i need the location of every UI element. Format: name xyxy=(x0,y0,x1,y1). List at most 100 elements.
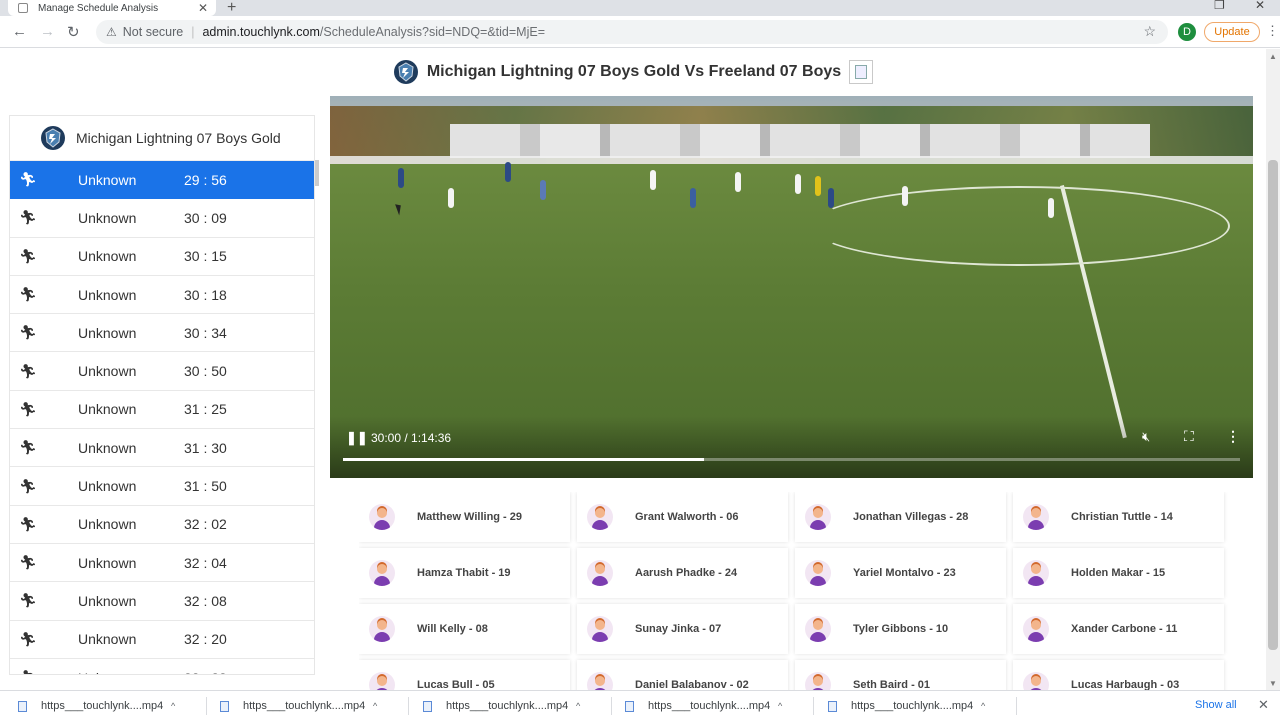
player-card[interactable]: Jonathan Villegas - 28 xyxy=(795,492,1006,542)
event-row[interactable]: 🏃︎ Unknown 29 : 56 xyxy=(10,161,314,200)
player-avatar-icon xyxy=(369,616,395,642)
new-tab-button[interactable]: + xyxy=(227,0,236,17)
event-time: 30 : 50 xyxy=(184,363,227,380)
event-time: 32 : 02 xyxy=(184,516,227,533)
player-name: Holden Makar - 15 xyxy=(1071,567,1166,579)
back-icon[interactable]: ← xyxy=(12,23,27,40)
browser-menu-icon[interactable]: ⋮ xyxy=(1266,23,1279,39)
match-title: Michigan Lightning 07 Boys Gold Vs Freel… xyxy=(426,63,842,80)
page-icon xyxy=(18,3,28,13)
restore-window-icon[interactable]: ❐ xyxy=(1214,0,1225,12)
download-item[interactable]: https___touchlynk....mp4 ^ xyxy=(18,691,175,721)
roster-grid: Matthew Willing - 29 Grant Walworth - 06 J… xyxy=(359,492,1229,690)
player-avatar-icon xyxy=(369,504,395,530)
event-row[interactable]: 🏃︎ Unknown 30 : 09 xyxy=(10,199,314,238)
tab-title: Manage Schedule Analysis xyxy=(38,2,159,14)
event-row[interactable]: 🏃︎ Unknown 30 : 18 xyxy=(10,276,314,315)
event-row[interactable]: 🏃︎Unknown32 : 23 xyxy=(10,659,314,675)
event-time: 32 : 23 xyxy=(174,670,274,675)
chevron-up-icon[interactable]: ^ xyxy=(171,701,175,711)
event-row[interactable]: 🏃︎ Unknown 30 : 50 xyxy=(10,352,314,391)
download-filename: https___touchlynk....mp4 xyxy=(648,700,771,712)
chevron-up-icon[interactable]: ^ xyxy=(981,701,985,711)
update-button[interactable]: Update xyxy=(1204,22,1260,42)
download-filename: https___touchlynk....mp4 xyxy=(243,700,366,712)
warning-icon: ⚠ xyxy=(106,25,117,39)
event-row[interactable]: 🏃︎ Unknown 32 : 08 xyxy=(10,582,314,621)
player-card[interactable]: Tyler Gibbons - 10 xyxy=(795,604,1006,654)
video-progress-bar[interactable] xyxy=(343,458,1240,461)
forward-icon[interactable]: → xyxy=(40,23,55,40)
close-window-icon[interactable]: ✕ xyxy=(1255,0,1265,12)
close-shelf-icon[interactable]: ✕ xyxy=(1258,697,1269,713)
event-time: 29 : 56 xyxy=(184,171,227,188)
download-item[interactable]: https___touchlynk....mp4 ^ xyxy=(625,691,782,721)
chevron-up-icon[interactable]: ^ xyxy=(778,701,782,711)
event-row[interactable]: 🏃︎ Unknown 31 : 30 xyxy=(10,429,314,468)
event-row[interactable]: 🏃︎ Unknown 32 : 04 xyxy=(10,544,314,583)
player-name: Jonathan Villegas - 28 xyxy=(853,511,969,523)
event-label: Unknown xyxy=(78,439,137,456)
event-row[interactable]: 🏃︎ Unknown 31 : 50 xyxy=(10,467,314,506)
player-card[interactable]: Sunay Jinka - 07 xyxy=(577,604,788,654)
page-scrollbar-thumb[interactable] xyxy=(1268,160,1278,650)
event-row[interactable]: 🏃︎ Unknown 30 : 34 xyxy=(10,314,314,353)
pause-icon[interactable]: ❚❚ xyxy=(346,430,368,446)
profile-avatar[interactable]: D xyxy=(1178,23,1196,41)
download-item[interactable]: https___touchlynk....mp4 ^ xyxy=(220,691,377,721)
bookmark-star-icon[interactable]: ☆ xyxy=(1143,23,1156,40)
player-card[interactable]: Will Kelly - 08 xyxy=(359,604,570,654)
download-item[interactable]: https___touchlynk....mp4 ^ xyxy=(828,691,985,721)
team-logo-icon xyxy=(393,60,418,84)
event-time: 30 : 09 xyxy=(184,209,227,226)
close-tab-icon[interactable]: ✕ xyxy=(198,1,208,15)
event-row[interactable]: 🏃︎ Unknown 30 : 15 xyxy=(10,238,314,276)
fullscreen-icon[interactable]: ⛶ xyxy=(1184,428,1194,445)
event-row[interactable]: 🏃︎ Unknown 32 : 20 xyxy=(10,621,314,659)
event-time: 32 : 08 xyxy=(184,592,227,609)
event-list-scrollbar[interactable] xyxy=(315,160,319,186)
video-player-figure xyxy=(815,176,821,196)
running-person-icon: 🏃︎ xyxy=(19,324,37,341)
event-row[interactable]: 🏃︎ Unknown 31 : 25 xyxy=(10,391,314,430)
mute-icon[interactable]: 🔇︎ xyxy=(1142,429,1150,445)
scroll-up-arrow-icon[interactable]: ▲ xyxy=(1269,52,1277,61)
player-card[interactable]: Hamza Thabit - 19 xyxy=(359,548,570,598)
team-name: Michigan Lightning 07 Boys Gold xyxy=(76,130,281,146)
video-player-figure xyxy=(795,174,801,194)
running-person-icon: 🏃︎ xyxy=(19,554,37,571)
reload-icon[interactable]: ↻ xyxy=(67,23,80,41)
player-name: Daniel Balabanov - 02 xyxy=(635,679,749,690)
download-divider xyxy=(206,697,207,715)
player-card[interactable]: Xander Carbone - 11 xyxy=(1013,604,1224,654)
player-name: Matthew Willing - 29 xyxy=(417,511,523,523)
player-card[interactable]: Christian Tuttle - 14 xyxy=(1013,492,1224,542)
video-player[interactable]: ❚❚ 30:00 / 1:14:36 🔇︎ ⛶ ⋮ xyxy=(330,96,1253,478)
player-card[interactable]: Grant Walworth - 06 xyxy=(577,492,788,542)
player-card[interactable]: Daniel Balabanov - 02 xyxy=(577,660,788,690)
player-card[interactable]: Lucas Harbaugh - 03 xyxy=(1013,660,1224,690)
player-name: Seth Baird - 01 xyxy=(853,679,931,690)
event-row[interactable]: 🏃︎ Unknown 32 : 02 xyxy=(10,506,314,544)
player-card[interactable]: Lucas Bull - 05 xyxy=(359,660,570,690)
player-card[interactable]: Aarush Phadke - 24 xyxy=(577,548,788,598)
browser-tab[interactable]: Manage Schedule Analysis ✕ xyxy=(8,0,216,16)
address-bar[interactable]: ⚠ Not secure | admin.touchlynk.com /Sche… xyxy=(96,20,1168,44)
player-card[interactable]: Matthew Willing - 29 xyxy=(359,492,570,542)
video-player-figure xyxy=(902,186,908,206)
player-card[interactable]: Yariel Montalvo - 23 xyxy=(795,548,1006,598)
video-center-arc xyxy=(810,186,1230,266)
player-avatar-icon xyxy=(587,504,613,530)
player-card[interactable]: Seth Baird - 01 xyxy=(795,660,1006,690)
player-name: Grant Walworth - 06 xyxy=(635,511,739,523)
player-card[interactable]: Holden Makar - 15 xyxy=(1013,548,1224,598)
scroll-down-arrow-icon[interactable]: ▼ xyxy=(1269,679,1277,688)
video-more-icon[interactable]: ⋮ xyxy=(1226,428,1240,445)
chevron-up-icon[interactable]: ^ xyxy=(576,701,580,711)
running-person-icon: 🏃︎ xyxy=(19,592,37,609)
not-secure-label: Not secure xyxy=(122,25,184,39)
video-player-figure xyxy=(690,188,696,208)
chevron-up-icon[interactable]: ^ xyxy=(373,701,377,711)
show-all-downloads-link[interactable]: Show all xyxy=(1195,699,1237,711)
download-item[interactable]: https___touchlynk....mp4 ^ xyxy=(423,691,580,721)
